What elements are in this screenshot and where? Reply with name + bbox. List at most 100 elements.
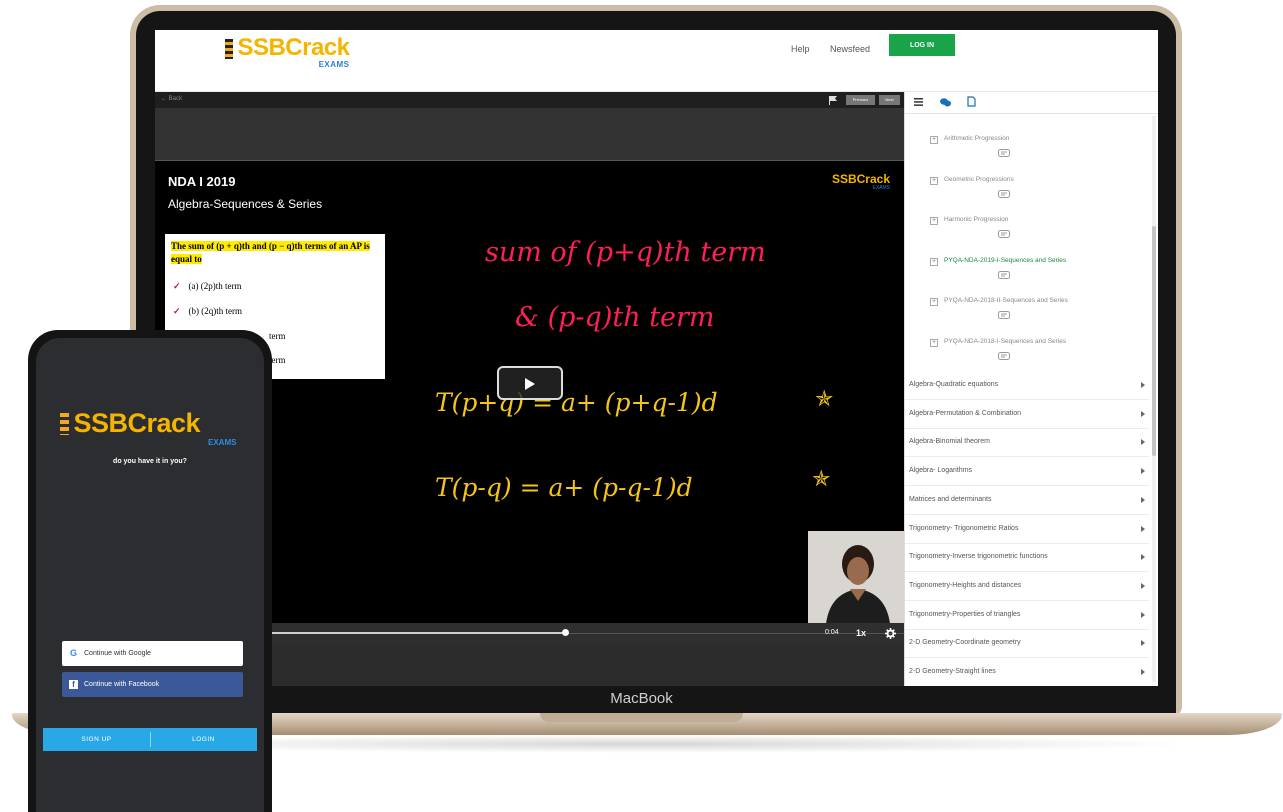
sidebar-scroll-thumb[interactable] [1152,226,1156,456]
sub-topic-label: PYQA-NDA-2019-I-Sequences and Series [944,256,1067,264]
sub-topic-label: Arithmetic Progression [944,135,1010,142]
chevron-right-icon [1141,640,1145,647]
chapter-item[interactable]: Matrices and determinants [905,486,1149,515]
chapter-item[interactable]: Trigonometry-Heights and distances [905,572,1149,601]
logo-subtext: EXAMS [318,60,350,69]
chapter-item[interactable]: Trigonometry-Properties of triangles [905,601,1149,630]
expand-plus-icon[interactable]: + [930,136,938,144]
chapter-item[interactable]: 2-D Geometry-Coordinate geometry [905,629,1149,659]
chapter-label: Algebra-Permutation & Combination [909,409,1022,417]
play-button[interactable] [497,366,563,400]
back-link[interactable]: ← Back [161,96,182,102]
star-mark-icon: ✯ [815,386,833,411]
comment-icon[interactable] [998,230,1010,239]
logo-text: SSBCrack [237,34,350,61]
progress-thumb[interactable] [562,629,569,636]
site-logo[interactable]: SSBCrack EXAMS [225,34,350,69]
phone-logo-subtext: EXAMS [208,438,237,447]
facebook-icon: f [69,680,78,689]
sidebar-tabs [905,92,1158,114]
chevron-right-icon [1141,582,1145,589]
expand-plus-icon[interactable]: + [930,176,938,185]
board-line-4: T(p-q) = a+ (p-q-1)d [435,473,693,502]
flag-icon[interactable] [828,95,838,105]
sub-topic-label: Harmonic Progression [944,216,1009,223]
sub-topic-item[interactable]: + PYQA-NDA-2018-II-Sequences and Series [930,296,1140,336]
nav-newsfeed-link[interactable]: Newsfeed [830,44,870,54]
sub-topic-item[interactable]: + PYQA-NDA-2019-I-Sequences and Series [930,256,1140,296]
chapter-item[interactable]: Algebra- Logarithms [905,457,1149,487]
chapter-item[interactable]: 2-D Geometry-Straight lines [905,658,1149,686]
phone-screen: SSBCrack EXAMS do you have it in you? G … [36,338,264,812]
sub-topic-item[interactable]: + Arithmetic Progression [930,134,1140,174]
chapter-item[interactable]: Trigonometry-Inverse trigonometric funct… [905,543,1149,573]
comment-icon[interactable] [998,270,1010,280]
player-toolbar: ← Back Previous Next [155,92,904,108]
sidebar-scrollbar[interactable] [1152,116,1156,682]
instructor-webcam [808,531,904,623]
chapter-label: Algebra-Binomial theorem [909,438,990,446]
facebook-button-label: Continue with Facebook [84,681,160,688]
next-button[interactable]: Next [879,95,900,105]
phone-logo-text: SSBCrack [73,408,201,438]
expand-plus-icon[interactable]: + [930,217,938,225]
laptop-screen: SSBCrack EXAMS Help Newsfeed LOG IN ← Ba… [155,30,1158,686]
chevron-right-icon [1141,525,1145,532]
chapter-item[interactable]: Algebra-Quadratic equations [905,371,1149,400]
phone-logo: SSBCrack EXAMS [60,408,240,447]
sub-topic-item[interactable]: + Harmonic Progression [930,215,1140,255]
chapter-label: Matrices and determinants [909,495,992,503]
expand-plus-icon[interactable]: + [930,257,938,266]
phone-logo-mark-icon [60,413,69,435]
chapter-label: 2-D Geometry-Coordinate geometry [909,639,1021,647]
board-line-3: T(p+q) = a+ (p+q-1)d [435,388,718,417]
nav-help-link[interactable]: Help [791,44,810,54]
expand-plus-icon[interactable]: + [930,298,938,306]
sub-topic-label: PYQA-NDA-2018-II-Sequences and Series [944,297,1068,304]
chapter-item[interactable]: Algebra-Binomial theorem [905,428,1149,458]
playback-speed-button[interactable]: 1x [856,628,866,638]
settings-gear-icon[interactable] [885,628,896,639]
laptop-notch [540,713,743,722]
play-icon [525,378,535,390]
auth-bar: SIGN UP LOGIN [43,728,257,751]
login-button[interactable]: LOG IN [889,34,955,56]
phone-frame: SSBCrack EXAMS do you have it in you? G … [28,330,272,812]
board-line-1: sum of (p+q)th term [485,237,766,268]
google-icon: G [70,648,78,658]
phone-login-button[interactable]: LOGIN [150,728,257,751]
chevron-right-icon [1141,468,1145,475]
player-header-area [155,108,904,160]
comment-icon[interactable] [998,149,1010,158]
current-time: 0:04 [825,629,839,636]
document-icon[interactable] [967,96,976,107]
comment-icon[interactable] [998,351,1010,361]
continue-with-facebook-button[interactable]: f Continue with Facebook [62,672,243,697]
chat-icon[interactable] [940,98,951,107]
chevron-right-icon [1141,669,1145,675]
chapter-label: Trigonometry- Trigonometric Ratios [909,524,1019,532]
continue-with-google-button[interactable]: G Continue with Google [62,641,243,666]
google-button-label: Continue with Google [84,650,151,657]
chevron-right-icon [1141,439,1145,446]
chapter-label: Trigonometry-Properties of triangles [909,610,1021,618]
chapter-label: Algebra-Quadratic equations [909,381,999,388]
chapter-item[interactable]: Algebra-Permutation & Combination [905,400,1149,429]
chapter-label: Algebra- Logarithms [909,467,973,475]
chapter-label: Trigonometry-Inverse trigonometric funct… [909,553,1048,561]
comment-icon[interactable] [998,189,1010,199]
chapter-item[interactable]: Trigonometry- Trigonometric Ratios [905,515,1149,544]
logo-mark-icon [225,39,233,59]
sub-topic-label: PYQA-NDA-2018-I-Sequences and Series [944,337,1067,345]
chevron-right-icon [1141,611,1145,618]
chapter-label: 2-D Geometry-Straight lines [909,668,996,675]
instructor-avatar [808,531,904,623]
list-icon[interactable] [914,98,923,106]
previous-button[interactable]: Previous [846,95,875,105]
expand-plus-icon[interactable]: + [930,338,938,347]
chevron-right-icon [1141,382,1145,388]
comment-icon[interactable] [998,311,1010,320]
signup-button[interactable]: SIGN UP [43,728,150,751]
sub-topic-item[interactable]: + Geometric Progressions [930,175,1140,215]
star-mark-icon: ✯ [812,466,830,491]
